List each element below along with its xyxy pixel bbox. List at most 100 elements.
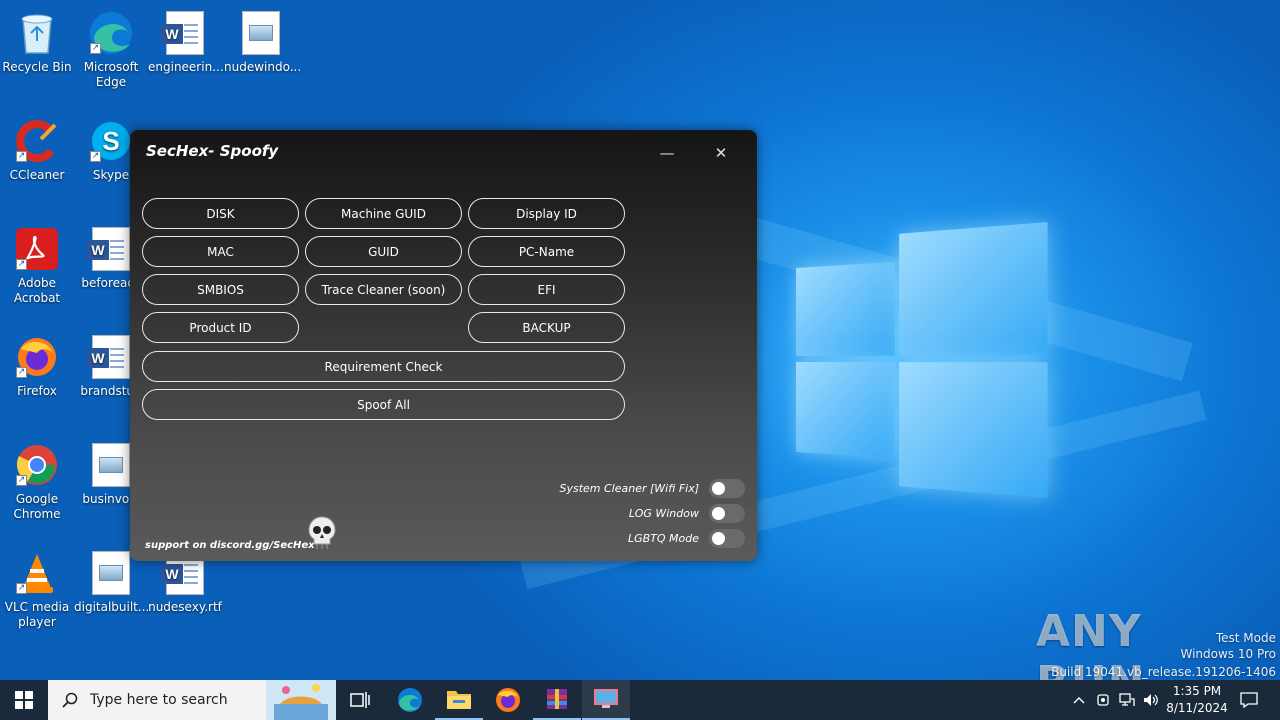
tray-app-button[interactable] xyxy=(1092,680,1114,720)
desktop: Recycle Bin ↗ CCleaner ↗ Adobe Acrobat ↗… xyxy=(0,0,1280,680)
shortcut-arrow-icon: ↗ xyxy=(16,475,27,486)
clock[interactable]: 1:35 PM 8/11/2024 xyxy=(1162,680,1232,720)
ccleaner-icon: ↗ xyxy=(14,118,60,164)
icon-label: nudewindo... xyxy=(224,60,302,74)
firefox-icon xyxy=(496,688,520,712)
image-file-icon xyxy=(88,442,134,488)
icon-label: Microsoft Edge xyxy=(83,60,139,89)
folder-icon xyxy=(447,691,471,709)
clock-time: 1:35 PM xyxy=(1172,684,1222,698)
acrobat-icon: ↗ xyxy=(14,226,60,272)
notification-icon xyxy=(1240,692,1258,708)
volume-button[interactable] xyxy=(1140,680,1162,720)
search-highlight-icon xyxy=(266,680,336,720)
image-file-icon xyxy=(88,550,134,596)
word-document-icon: W xyxy=(87,226,134,272)
shortcut-arrow-icon: ↗ xyxy=(90,151,101,162)
icon-label: Google Chrome xyxy=(13,492,61,521)
taskbar: Type here to search 1:35 PM 8/11/2024 xyxy=(0,680,1280,720)
log-window-label: LOG Window xyxy=(628,507,699,520)
system-cleaner-toggle[interactable] xyxy=(709,479,745,498)
taskbar-winrar[interactable] xyxy=(533,680,581,720)
desktop-icon-firefox[interactable]: ↗ Firefox xyxy=(0,330,74,399)
start-button[interactable] xyxy=(0,680,48,720)
speaker-icon xyxy=(1144,694,1158,706)
task-view-icon xyxy=(350,692,370,708)
svg-text:S: S xyxy=(102,126,119,156)
icon-label: digitalbuilt... xyxy=(74,600,150,614)
shortcut-arrow-icon: ↗ xyxy=(90,43,101,54)
search-placeholder: Type here to search xyxy=(90,692,228,708)
desktop-icon-recycle-bin[interactable]: Recycle Bin xyxy=(0,6,74,75)
taskbar-sechex-app[interactable] xyxy=(582,680,630,720)
efi-button[interactable]: EFI xyxy=(468,274,625,305)
desktop-icon-adobe-acrobat[interactable]: ↗ Adobe Acrobat xyxy=(0,222,74,306)
desktop-icon-google-chrome[interactable]: ↗ Google Chrome xyxy=(0,438,74,522)
spoof-all-button[interactable]: Spoof All xyxy=(142,389,625,420)
skype-icon: S ↗ xyxy=(88,118,134,164)
product-id-button[interactable]: Product ID xyxy=(142,312,299,343)
desktop-icon-microsoft-edge[interactable]: ↗ Microsoft Edge xyxy=(74,6,148,90)
icon-label: engineerin... xyxy=(148,60,224,74)
display-id-button[interactable]: Display ID xyxy=(468,198,625,229)
minimize-button[interactable]: — xyxy=(657,144,677,162)
windows-logo-wallpaper xyxy=(796,222,1048,498)
network-button[interactable] xyxy=(1116,680,1138,720)
app-window-icon xyxy=(594,689,618,708)
log-window-toggle[interactable] xyxy=(709,504,745,523)
desktop-icon-vlc[interactable]: ↗ VLC media player xyxy=(0,546,74,630)
network-icon xyxy=(1119,693,1135,706)
guid-button[interactable]: GUID xyxy=(305,236,462,267)
pc-name-button[interactable]: PC-Name xyxy=(468,236,625,267)
word-document-icon: W xyxy=(161,10,208,56)
log-window-toggle-row: LOG Window xyxy=(629,504,745,523)
image-file-icon xyxy=(238,10,284,56)
chevron-up-icon xyxy=(1073,697,1085,704)
lgbtq-mode-toggle[interactable] xyxy=(709,529,745,548)
windows-start-icon xyxy=(15,691,33,709)
desktop-icon-nudewindo[interactable]: nudewindo... xyxy=(224,6,302,75)
desktop-icon-ccleaner[interactable]: ↗ CCleaner xyxy=(0,114,74,183)
edge-icon: ↗ xyxy=(88,10,134,56)
action-center-button[interactable] xyxy=(1234,680,1264,720)
winrar-icon xyxy=(547,689,567,709)
tray-device-icon xyxy=(1097,694,1109,706)
taskbar-search-box[interactable]: Type here to search xyxy=(48,680,336,720)
build-label: Build 19041.vb_release.191206-1406 xyxy=(1051,665,1276,679)
desktop-icon-engineering[interactable]: W engineerin... xyxy=(148,6,224,75)
task-view-button[interactable] xyxy=(336,680,384,720)
word-document-icon: W xyxy=(87,334,134,380)
close-button[interactable]: ✕ xyxy=(711,144,731,162)
taskbar-firefox[interactable] xyxy=(484,680,532,720)
smbios-button[interactable]: SMBIOS xyxy=(142,274,299,305)
chrome-icon: ↗ xyxy=(14,442,60,488)
support-link[interactable]: support on discord.gg/SecHex xyxy=(145,540,315,551)
disk-button[interactable]: DISK xyxy=(142,198,299,229)
window-title: SecHex- Spoofy xyxy=(146,142,279,160)
test-mode-label: Test Mode xyxy=(1215,631,1276,645)
machine-guid-button[interactable]: Machine GUID xyxy=(305,198,462,229)
mac-button[interactable]: MAC xyxy=(142,236,299,267)
show-hidden-icons-button[interactable] xyxy=(1068,680,1090,720)
shortcut-arrow-icon: ↗ xyxy=(16,583,27,594)
icon-label: nudesexy.rtf xyxy=(148,600,222,614)
system-cleaner-label: System Cleaner [Wifi Fix] xyxy=(559,482,699,495)
icon-label: VLC media player xyxy=(4,600,70,629)
taskbar-file-explorer[interactable] xyxy=(435,680,483,720)
skull-icon xyxy=(308,516,336,550)
recycle-bin-icon xyxy=(14,10,60,56)
vlc-icon: ↗ xyxy=(14,550,60,596)
shortcut-arrow-icon: ↗ xyxy=(16,151,27,162)
firefox-icon: ↗ xyxy=(14,334,60,380)
icon-label: Firefox xyxy=(17,384,57,398)
search-icon xyxy=(62,692,78,708)
shortcut-arrow-icon: ↗ xyxy=(16,259,27,270)
icon-label: Recycle Bin xyxy=(2,60,72,74)
taskbar-edge[interactable] xyxy=(386,680,434,720)
trace-cleaner-button[interactable]: Trace Cleaner (soon) xyxy=(305,274,462,305)
icon-label: CCleaner xyxy=(9,168,65,182)
backup-button[interactable]: BACKUP xyxy=(468,312,625,343)
requirement-check-button[interactable]: Requirement Check xyxy=(142,351,625,382)
lgbtq-mode-label: LGBTQ Mode xyxy=(627,532,699,545)
shortcut-arrow-icon: ↗ xyxy=(16,367,27,378)
